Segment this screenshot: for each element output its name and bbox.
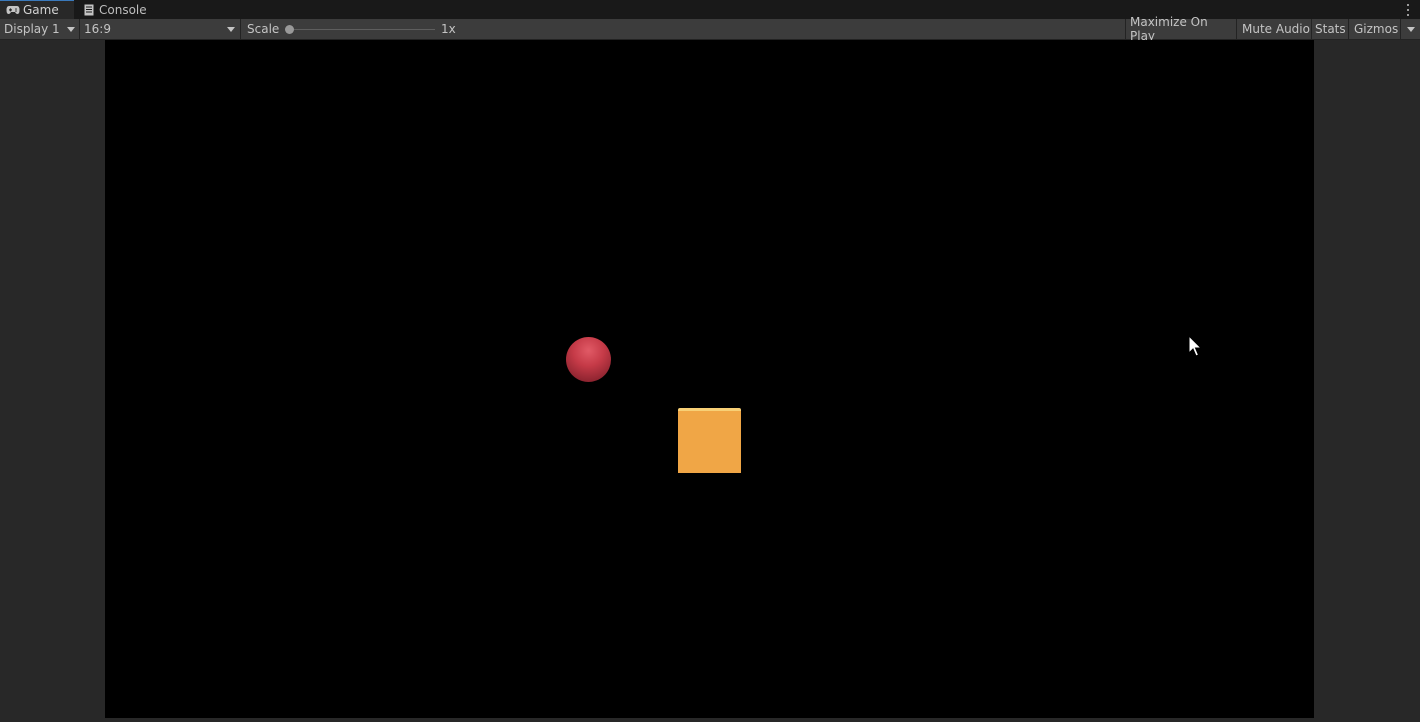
more-options-icon[interactable] (1406, 2, 1410, 17)
stats-label: Stats (1315, 22, 1346, 36)
mouse-cursor-icon (1188, 334, 1204, 359)
red-sphere (566, 337, 611, 382)
scale-value-text: 1x (441, 22, 456, 36)
gamepad-icon (6, 3, 20, 17)
display-dropdown[interactable]: Display 1 (0, 19, 80, 39)
gizmos-toggle[interactable]: Gizmos (1348, 19, 1400, 39)
gizmos-dropdown[interactable] (1400, 19, 1420, 39)
tab-game-label: Game (23, 3, 59, 17)
viewport-gutter-right (1314, 40, 1420, 722)
mute-audio-toggle[interactable]: Mute Audio (1236, 19, 1311, 39)
gizmos-label: Gizmos (1354, 22, 1399, 36)
tab-console[interactable]: Console (82, 0, 158, 19)
chevron-down-icon (67, 27, 75, 32)
scale-slider-track[interactable] (289, 29, 435, 30)
aspect-dropdown-label: 16:9 (84, 22, 111, 36)
game-viewport[interactable] (105, 40, 1314, 718)
tab-console-label: Console (99, 2, 147, 17)
scale-label: Scale (247, 19, 287, 39)
tab-game[interactable]: Game (0, 0, 74, 19)
scale-label-text: Scale (247, 22, 280, 36)
maximize-on-play-toggle[interactable]: Maximize On Play (1125, 15, 1236, 43)
viewport-gutter-left (0, 40, 105, 722)
game-toolbar: Display 1 16:9 Scale 1x Maximize On Play… (0, 15, 1420, 43)
chevron-down-icon (227, 27, 235, 32)
cube-front-face (678, 411, 741, 473)
scale-slider-thumb[interactable] (285, 25, 294, 34)
maximize-on-play-label: Maximize On Play (1130, 15, 1208, 43)
orange-cube (678, 408, 741, 473)
console-icon (82, 3, 96, 17)
stats-toggle[interactable]: Stats (1311, 19, 1348, 39)
display-dropdown-label: Display 1 (4, 22, 60, 36)
chevron-down-icon (1407, 27, 1415, 32)
scale-value: 1x (441, 19, 471, 39)
aspect-dropdown[interactable]: 16:9 (80, 19, 241, 39)
mute-audio-label: Mute Audio (1242, 22, 1310, 36)
